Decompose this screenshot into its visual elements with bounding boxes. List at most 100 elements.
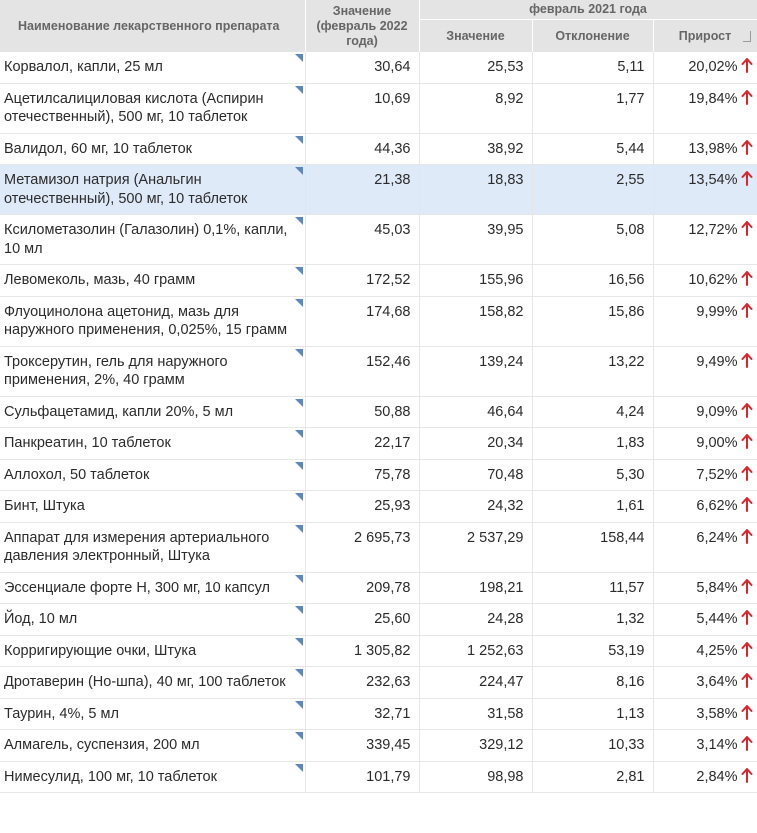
column-header-deviation[interactable]: Отклонение xyxy=(532,19,654,52)
growth-cell: 12,72% xyxy=(653,214,757,265)
value-2022-cell: 101,79 xyxy=(305,761,420,793)
drug-name-cell: Аппарат для измерения артериального давл… xyxy=(0,522,306,573)
value-2022-cell: 152,46 xyxy=(305,346,420,397)
column-header-value-2022[interactable]: Значение (февраль 2022 года) xyxy=(305,0,420,52)
corner-marker-icon xyxy=(294,732,303,740)
value-2021-cell: 70,48 xyxy=(419,459,533,491)
growth-cell: 13,98% xyxy=(653,133,757,165)
sort-icon[interactable] xyxy=(742,31,751,42)
growth-value: 7,52% xyxy=(696,466,738,483)
table-row[interactable]: Корригирующие очки, Штука 1 305,82 1 252,6… xyxy=(0,635,757,667)
corner-marker-icon xyxy=(294,700,303,709)
column-header-growth[interactable]: Прирост xyxy=(653,19,757,52)
table-row[interactable]: Валидол, 60 мг, 10 таблеток 44,36 38,92 5,4… xyxy=(0,133,757,165)
deviation-cell: 1,13 xyxy=(532,698,654,730)
drug-name: Ксилометазолин (Галазолин) 0,1%, капли, … xyxy=(4,222,288,257)
table-row[interactable]: Аллохол, 50 таблеток 75,78 70,48 5,30 7,52% xyxy=(0,459,757,491)
deviation-cell: 16,56 xyxy=(532,264,654,297)
table-row[interactable]: Аппарат для измерения артериального давл… xyxy=(0,522,757,573)
growth-cell: 5,44% xyxy=(653,603,757,636)
drug-name-cell: Корвалол, капли, 25 мл xyxy=(0,52,306,84)
deviation-cell: 13,22 xyxy=(532,346,654,397)
drug-name: Ацетилсалициловая кислота (Аспирин отече… xyxy=(4,90,264,126)
value-2022-cell: 339,45 xyxy=(305,729,420,762)
table-row[interactable]: Йод, 10 мл 25,60 24,28 1,32 5,44% xyxy=(0,603,757,636)
growth-value: 6,24% xyxy=(696,529,738,546)
growth-value: 9,49% xyxy=(696,353,738,370)
drug-name: Аллохол, 50 таблеток xyxy=(4,466,150,483)
table-header: Наименование лекарственного препарата Зн… xyxy=(0,0,757,52)
arrow-up-icon xyxy=(741,528,752,544)
table-row[interactable]: Эссенциале форте Н, 300 мг, 10 капсул 209… xyxy=(0,572,757,604)
growth-value: 5,84% xyxy=(696,579,738,596)
column-header-value-2021[interactable]: Значение xyxy=(419,19,533,52)
arrow-up-icon xyxy=(741,221,752,236)
growth-value: 12,72% xyxy=(688,222,738,238)
deviation-cell: 11,57 xyxy=(532,572,654,604)
growth-cell: 19,84% xyxy=(653,83,757,134)
table-row[interactable]: Дротаверин (Но-шпа), 40 мг, 100 таблеток… xyxy=(0,666,757,699)
drug-name: Левомеколь, мазь, 40 грамм xyxy=(4,272,196,288)
drug-name: Корвалол, капли, 25 мл xyxy=(4,59,163,75)
drug-name-cell: Таурин, 4%, 5 мл xyxy=(0,698,306,730)
growth-value: 2,84% xyxy=(696,768,738,785)
value-2022-cell: 25,60 xyxy=(305,603,420,636)
table-row[interactable]: Метамизол натрия (Анальгин отечественный… xyxy=(0,164,757,215)
drug-name: Аппарат для измерения артериального давл… xyxy=(4,529,270,565)
value-2022-cell: 232,63 xyxy=(305,666,420,699)
table-row[interactable]: Ксилометазолин (Галазолин) 0,1%, капли, … xyxy=(0,214,757,265)
value-2021-cell: 224,47 xyxy=(419,666,533,699)
table-row[interactable]: Сульфацетамид, капли 20%, 5 мл 50,88 46,64… xyxy=(0,396,757,428)
table-row[interactable]: Нимесулид, 100 мг, 10 таблеток 101,79 98,9… xyxy=(0,761,757,793)
growth-cell: 2,84% xyxy=(653,761,757,793)
value-2022-cell: 50,88 xyxy=(305,396,420,428)
deviation-cell: 1,83 xyxy=(532,427,654,460)
value-2021-cell: 25,53 xyxy=(419,52,533,84)
table-row[interactable]: Флуоцинолона ацетонид, мазь для наружног… xyxy=(0,296,757,347)
drug-name: Алмагель, суспензия, 200 мл xyxy=(4,737,200,753)
table-row[interactable]: Левомеколь, мазь, 40 грамм 172,52 155,96 16… xyxy=(0,264,757,297)
column-header-name[interactable]: Наименование лекарственного препарата xyxy=(0,0,306,52)
drug-name-cell: Ксилометазолин (Галазолин) 0,1%, капли, … xyxy=(0,214,306,265)
drug-name: Дротаверин (Но-шпа), 40 мг, 100 таблеток xyxy=(4,674,286,690)
arrow-up-icon xyxy=(741,641,752,657)
drug-name: Сульфацетамид, капли 20%, 5 мл xyxy=(4,403,234,420)
drug-name-cell: Валидол, 60 мг, 10 таблеток xyxy=(0,133,306,165)
drug-name-cell: Флуоцинолона ацетонид, мазь для наружног… xyxy=(0,296,306,347)
growth-value: 9,09% xyxy=(696,403,738,420)
table-row[interactable]: Троксерутин, гель для наружного применен… xyxy=(0,346,757,397)
drug-name: Метамизол натрия (Анальгин отечественный… xyxy=(4,172,248,207)
growth-value: 3,14% xyxy=(696,737,738,753)
value-2022-cell: 2 695,73 xyxy=(305,522,420,573)
arrow-up-icon xyxy=(741,673,752,688)
value-2021-cell: 1 252,63 xyxy=(419,635,533,667)
value-2021-cell: 2 537,29 xyxy=(419,522,533,573)
corner-marker-icon xyxy=(294,298,303,307)
deviation-cell: 5,44 xyxy=(532,133,654,165)
table-row[interactable]: Корвалол, капли, 25 мл 30,64 25,53 5,11 20,0… xyxy=(0,52,757,84)
table-row[interactable]: Бинт, Штука 25,93 24,32 1,61 6,62% xyxy=(0,490,757,523)
drug-name-cell: Нимесулид, 100 мг, 10 таблеток xyxy=(0,761,306,793)
arrow-up-icon xyxy=(741,578,752,594)
price-table: Наименование лекарственного препарата Зн… xyxy=(0,0,757,793)
drug-name-cell: Дротаверин (Но-шпа), 40 мг, 100 таблеток xyxy=(0,666,306,699)
drug-name-cell: Панкреатин, 10 таблеток xyxy=(0,427,306,460)
value-2022-cell: 32,71 xyxy=(305,698,420,730)
drug-name: Таурин, 4%, 5 мл xyxy=(4,705,119,722)
value-2021-cell: 20,34 xyxy=(419,427,533,460)
arrow-up-icon xyxy=(741,58,752,73)
table-row[interactable]: Таурин, 4%, 5 мл 32,71 31,58 1,13 3,58% xyxy=(0,698,757,730)
drug-name-cell: Йод, 10 мл xyxy=(0,603,306,636)
drug-name: Эссенциале форте Н, 300 мг, 10 капсул xyxy=(4,579,270,596)
value-2022-cell: 45,03 xyxy=(305,214,420,265)
value-2022-cell: 174,68 xyxy=(305,296,420,347)
table-row[interactable]: Ацетилсалициловая кислота (Аспирин отече… xyxy=(0,83,757,134)
corner-marker-icon xyxy=(294,167,303,175)
deviation-cell: 158,44 xyxy=(532,522,654,573)
corner-marker-icon xyxy=(294,461,303,470)
value-2022-cell: 172,52 xyxy=(305,264,420,297)
table-row[interactable]: Панкреатин, 10 таблеток 22,17 20,34 1,83 9,0… xyxy=(0,427,757,460)
deviation-cell: 5,11 xyxy=(532,52,654,84)
deviation-cell: 10,33 xyxy=(532,729,654,762)
table-row[interactable]: Алмагель, суспензия, 200 мл 339,45 329,12 1… xyxy=(0,729,757,762)
